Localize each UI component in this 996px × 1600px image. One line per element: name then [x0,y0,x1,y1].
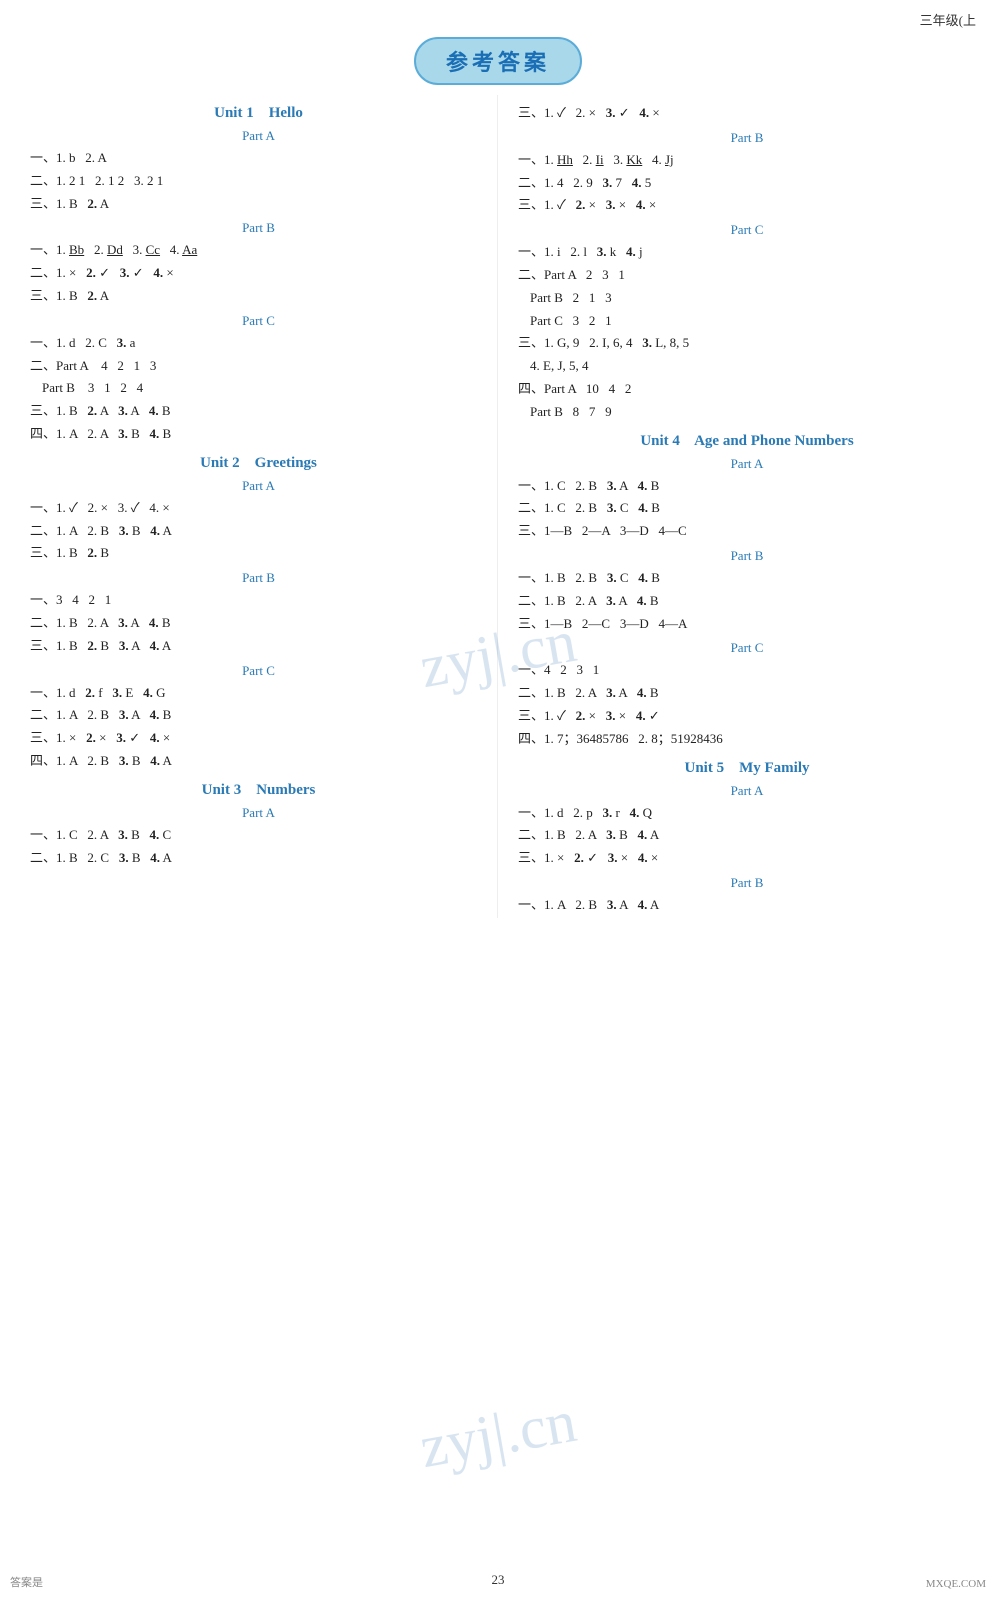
u4-pc-line4: 四、1. 7；36485786 2. 8；51928436 [518,729,976,750]
u4-pb-line1: 一、1. B 2. B 3. C 4. B [518,568,976,589]
part-c-1-title: Part C [30,313,487,329]
left-column: Unit 1 Hello Part A 一、1. b 2. A 二、1. 2 1… [0,95,498,918]
u1-pc-line2: 二、Part A 4 2 1 3 [30,356,487,377]
u1-pc-line1: 一、1. d 2. C 3. a [30,333,487,354]
u3-pa-continued-line1: 三、1. ✓ 2. × 3. ✓ 4. × [518,103,976,124]
u3-pc-line3: Part B 2 1 3 [518,288,976,309]
u3-pc-line7: 四、Part A 10 4 2 [518,379,976,400]
u4-pa-line1: 一、1. C 2. B 3. A 4. B [518,476,976,497]
title-banner: 参考答案 [0,37,996,85]
part-b-4-title: Part B [518,548,976,564]
u4-pb-line2: 二、1. B 2. A 3. A 4. B [518,591,976,612]
u3-pc-line6: 4. E, J, 5, 4 [518,356,976,377]
part-b-1-title: Part B [30,220,487,236]
u3-pb-line1: 一、1. Hh 2. Ii 3. Kk 4. Jj [518,150,976,171]
u4-pb-line3: 三、1—B 2—C 3—D 4—A [518,614,976,635]
u2-pa-line1: 一、1. ✓ 2. × 3. ✓ 4. × [30,498,487,519]
part-c-3-title: Part C [518,222,976,238]
u1-pc-line3: Part B 3 1 2 4 [30,378,487,399]
right-column: 三、1. ✓ 2. × 3. ✓ 4. × Part B 一、1. Hh 2. … [498,95,996,918]
u1-pb-line2: 二、1. × 2. ✓ 3. ✓ 4. × [30,263,487,284]
unit-3-title: Unit 3 Numbers [30,782,487,799]
u5-pa-line3: 三、1. × 2. ✓ 3. × 4. × [518,848,976,869]
part-a-3-title: Part A [30,805,487,821]
page-title: 参考答案 [414,37,582,85]
u2-pc-line3: 三、1. × 2. × 3. ✓ 4. × [30,728,487,749]
part-a-2-title: Part A [30,478,487,494]
unit-2-title: Unit 2 Greetings [30,455,487,472]
u5-pb-line1: 一、1. A 2. B 3. A 4. A [518,895,976,916]
u2-pa-line3: 三、1. B 2. B [30,543,487,564]
part-a-4-title: Part A [518,456,976,472]
u3-pc-line2: 二、Part A 2 3 1 [518,265,976,286]
corner-logo2: 答案是 [10,1574,43,1590]
unit-5-title: Unit 5 My Family [518,760,976,777]
part-c-2-title: Part C [30,663,487,679]
u1-pa-line1: 一、1. b 2. A [30,148,487,169]
u1-pc-line4: 三、1. B 2. A 3. A 4. B [30,401,487,422]
page-number: 23 [492,1572,505,1588]
u3-pa-line2: 二、1. B 2. C 3. B 4. A [30,848,487,869]
u3-pc-line5: 三、1. G, 9 2. I, 6, 4 3. L, 8, 5 [518,333,976,354]
u2-pb-line1: 一、3 4 2 1 [30,590,487,611]
u1-pc-line5: 四、1. A 2. A 3. B 4. B [30,424,487,445]
u4-pc-line1: 一、4 2 3 1 [518,660,976,681]
u4-pc-line2: 二、1. B 2. A 3. A 4. B [518,683,976,704]
u5-pa-line2: 二、1. B 2. A 3. B 4. A [518,825,976,846]
unit-4-title: Unit 4 Age and Phone Numbers [518,433,976,450]
part-a-1-title: Part A [30,128,487,144]
u4-pa-line3: 三、1—B 2—A 3—D 4—C [518,521,976,542]
u2-pb-line3: 三、1. B 2. B 3. A 4. A [30,636,487,657]
u3-pc-line4: Part C 3 2 1 [518,311,976,332]
watermark-2: zyj|.cn [2,1314,995,1555]
u3-pc-line1: 一、1. i 2. l 3. k 4. j [518,242,976,263]
part-b-3-title: Part B [518,130,976,146]
grade-text: 三年级(上 [920,13,976,28]
u3-pc-line8: Part B 8 7 9 [518,402,976,423]
u3-pb-line3: 三、1. ✓ 2. × 3. × 4. × [518,195,976,216]
u1-pa-line3: 三、1. B 2. A [30,194,487,215]
u1-pb-line3: 三、1. B 2. A [30,286,487,307]
part-b-2-title: Part B [30,570,487,586]
u2-pc-line1: 一、1. d 2. f 3. E 4. G [30,683,487,704]
main-content: Unit 1 Hello Part A 一、1. b 2. A 二、1. 2 1… [0,95,996,918]
u3-pa-line1: 一、1. C 2. A 3. B 4. C [30,825,487,846]
u4-pa-line2: 二、1. C 2. B 3. C 4. B [518,498,976,519]
u2-pc-line4: 四、1. A 2. B 3. B 4. A [30,751,487,772]
u1-pb-line1: 一、1. Bb 2. Dd 3. Cc 4. Aa [30,240,487,261]
u2-pc-line2: 二、1. A 2. B 3. A 4. B [30,705,487,726]
u3-pb-line2: 二、1. 4 2. 9 3. 7 4. 5 [518,173,976,194]
grade-label: 三年级(上 [0,0,996,29]
corner-logo: MXQE.COM [926,1578,986,1590]
u5-pa-line1: 一、1. d 2. p 3. r 4. Q [518,803,976,824]
part-a-5-title: Part A [518,783,976,799]
u2-pa-line2: 二、1. A 2. B 3. B 4. A [30,521,487,542]
u1-pa-line2: 二、1. 2 1 2. 1 2 3. 2 1 [30,171,487,192]
u4-pc-line3: 三、1. ✓ 2. × 3. × 4. ✓ [518,706,976,727]
part-c-4-title: Part C [518,640,976,656]
u2-pb-line2: 二、1. B 2. A 3. A 4. B [30,613,487,634]
part-b-5-title: Part B [518,875,976,891]
unit-1-title: Unit 1 Hello [30,105,487,122]
